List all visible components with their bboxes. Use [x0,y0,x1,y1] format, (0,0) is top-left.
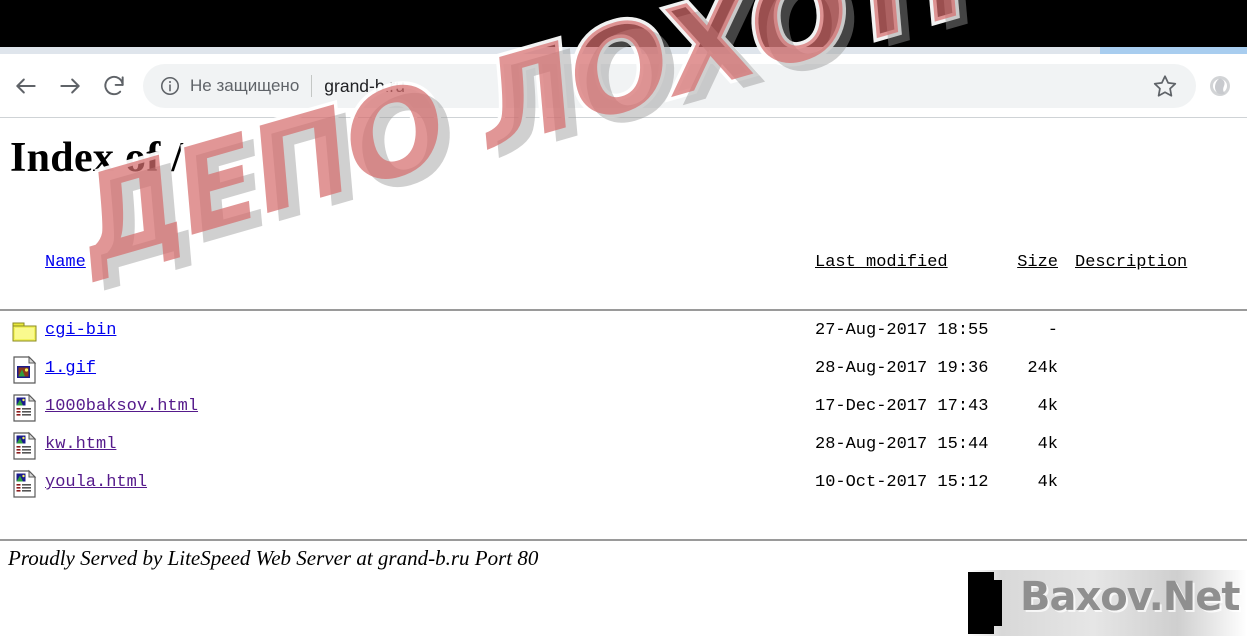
image-file-icon [12,355,38,385]
reload-icon [101,73,127,99]
file-link[interactable]: youla.html [45,473,147,492]
security-status-label: Не защищено [190,76,300,95]
arrow-left-icon [13,73,39,99]
html-file-icon [12,431,38,461]
tab-strip-edge [0,47,1247,54]
file-last-modified: 28-Aug-2017 19:36 [815,359,989,378]
active-tab-indicator[interactable] [1100,47,1247,54]
page-title: Index of / [10,135,184,181]
file-size: 4k [1037,473,1058,492]
browser-chrome: Не защищено grand-b.ru [0,0,1247,118]
omnibox-divider [311,75,313,97]
brand-logo-bar [968,572,994,634]
file-link[interactable]: 1000baksov.html [45,397,198,416]
brand-logo-text: Baxov.Net [1020,574,1240,620]
column-header-description[interactable]: Description [1075,253,1187,272]
file-last-modified: 27-Aug-2017 18:55 [815,321,989,340]
column-header-size[interactable]: Size [1010,253,1058,272]
file-last-modified: 28-Aug-2017 15:44 [815,435,989,454]
file-size: - [1047,321,1058,340]
file-link[interactable]: kw.html [45,435,116,454]
file-size: 4k [1037,435,1058,454]
folder-icon [12,317,38,347]
file-size: 4k [1037,397,1058,416]
tab-strip [0,0,1247,47]
table-row: cgi-bin 27-Aug-2017 18:55 - [0,314,1247,352]
table-row: 1000baksov.html 17-Dec-2017 17:43 4k [0,390,1247,428]
table-row: youla.html 10-Oct-2017 15:12 4k [0,466,1247,504]
file-link[interactable]: 1.gif [45,359,96,378]
profile-avatar-icon[interactable] [1208,74,1232,98]
file-last-modified: 17-Dec-2017 17:43 [815,397,989,416]
server-signature: Proudly Served by LiteSpeed Web Server a… [8,546,539,570]
back-button[interactable] [8,68,44,104]
arrow-right-icon [57,73,83,99]
reload-button[interactable] [96,68,132,104]
brand-logo-notch [994,580,1002,626]
star-icon[interactable] [1152,73,1178,99]
table-row: 1.gif 28-Aug-2017 19:36 24k [0,352,1247,390]
address-bar[interactable]: Не защищено grand-b.ru [143,64,1196,108]
listing-top-divider [0,309,1247,311]
table-row: kw.html 28-Aug-2017 15:44 4k [0,428,1247,466]
file-last-modified: 10-Oct-2017 15:12 [815,473,989,492]
info-circle-icon[interactable] [159,75,181,97]
page-content: Index of / Name Last modified Size Descr… [0,118,1247,636]
column-header-last-modified[interactable]: Last modified [815,253,948,272]
file-link[interactable]: cgi-bin [45,321,116,340]
listing-header-row: Name Last modified Size Description [0,246,1247,284]
html-file-icon [12,393,38,423]
html-file-icon [12,469,38,499]
listing-bottom-divider [0,539,1247,541]
file-size: 24k [1027,359,1058,378]
brand-logo: Baxov.Net [968,570,1247,636]
forward-button[interactable] [52,68,88,104]
column-header-name[interactable]: Name [45,253,86,272]
url-text: grand-b.ru [324,75,406,96]
